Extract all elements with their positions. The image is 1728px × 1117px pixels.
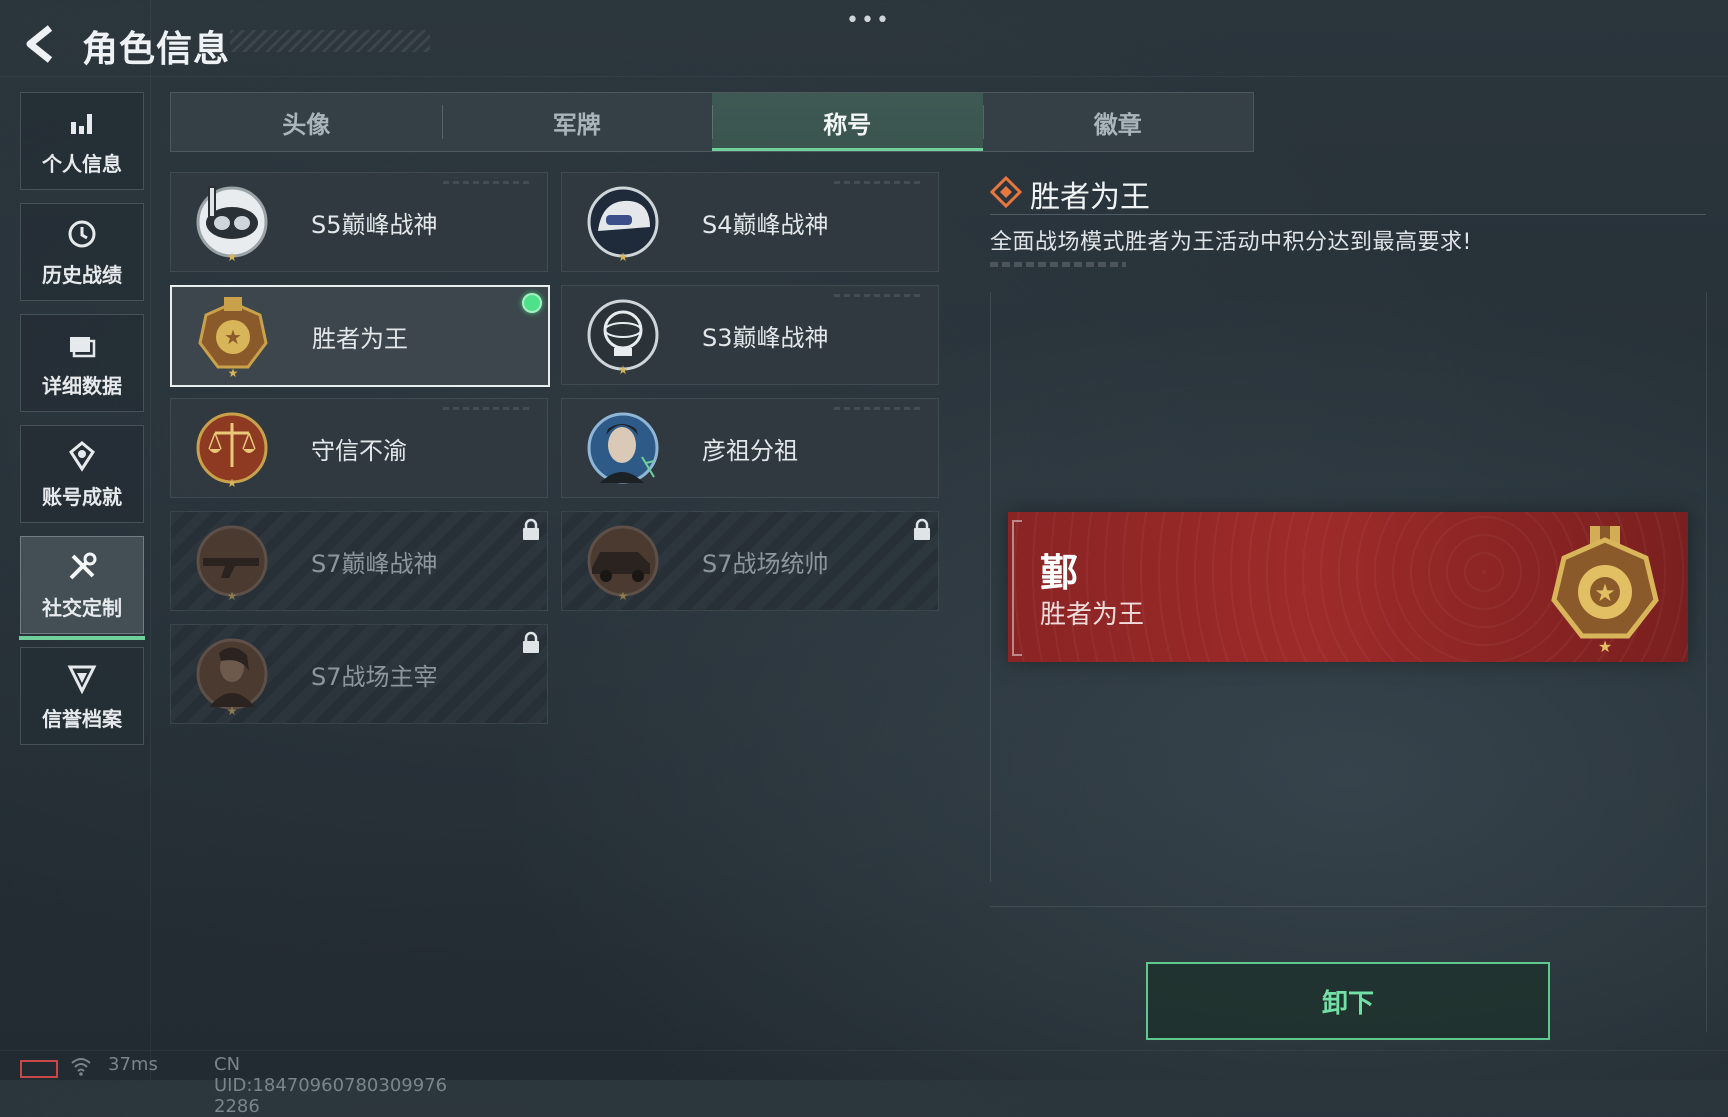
title-card[interactable]: ★ S4巅峰战神 [561, 172, 939, 272]
sidebar-item-credit[interactable]: 信誉档案 [20, 647, 144, 745]
title-card-label: S3巅峰战神 [702, 324, 829, 352]
detail-title: 胜者为王 [1030, 180, 1150, 215]
vehicle-emblem: ★ [587, 525, 659, 603]
card-decoration [834, 294, 924, 297]
title-card-label: S7战场主宰 [311, 663, 438, 691]
title-card[interactable]: ★ S7战场主宰 [170, 624, 548, 724]
svg-text:★: ★ [227, 589, 238, 603]
rifle-emblem: ★ [196, 525, 268, 603]
detail-description: 全面战场模式胜者为王活动中积分达到最高要求! [990, 230, 1472, 255]
lock-icon [523, 631, 539, 653]
title-card-label: S5巅峰战神 [311, 211, 438, 239]
title-card-label: 彦祖分祖 [702, 437, 798, 465]
tab-title[interactable]: 称号 [712, 93, 983, 151]
folder-icon [70, 336, 96, 357]
diving-mask-emblem: ★ [196, 186, 268, 264]
unequip-button[interactable]: 卸下 [1146, 962, 1550, 1040]
achievement-icon [69, 440, 95, 472]
title-card[interactable]: 彦祖分祖 [561, 398, 939, 498]
tab-dogtag[interactable]: 军牌 [441, 93, 713, 151]
nameplate-player-name: 鄞 [1040, 551, 1079, 595]
nameplate-preview: 鄞 胜者为王 ★ ★ [1008, 512, 1688, 662]
bg-grid-line [0, 76, 1728, 77]
title-card-label: S4巅峰战神 [702, 211, 829, 239]
svg-text:★: ★ [1598, 637, 1612, 656]
svg-text:★: ★ [228, 366, 239, 379]
title-card-label: S7战场统帅 [702, 550, 829, 578]
detail-subtext-decoration [990, 262, 1126, 267]
nameplate-bracket [1012, 520, 1022, 656]
sidebar-item-label: 历史战绩 [42, 262, 122, 287]
sidebar: 个人信息 历史战绩 详细数据 账号成就 社交定制 信誉档案 [19, 92, 145, 758]
lock-icon [523, 518, 539, 540]
title-stripe-decoration [230, 30, 430, 52]
ping-value: 37ms [108, 1054, 158, 1075]
sidebar-item-profile[interactable]: 个人信息 [20, 92, 144, 190]
svg-text:★: ★ [224, 325, 242, 349]
lock-icon [914, 518, 930, 540]
gold-medal-emblem: ★ ★ [198, 297, 268, 379]
scales-emblem: ★ [196, 412, 268, 490]
title-card[interactable]: ★ 守信不渝 [170, 398, 548, 498]
gold-medal-emblem: ★ ★ [1551, 526, 1659, 656]
title-card[interactable]: ★ S5巅峰战神 [170, 172, 548, 272]
battery-icon [20, 1060, 58, 1078]
preview-frame-line [1706, 292, 1707, 1032]
sidebar-item-history[interactable]: 历史战绩 [20, 203, 144, 301]
title-card-label: 守信不渝 [311, 437, 407, 465]
history-icon [68, 220, 96, 247]
svg-text:★: ★ [618, 589, 629, 603]
sidebar-item-label: 个人信息 [42, 151, 122, 176]
svg-text:★: ★ [618, 363, 629, 377]
equipped-indicator [522, 293, 542, 313]
svg-text:★: ★ [1594, 579, 1616, 607]
tab-avatar[interactable]: 头像 [171, 93, 442, 151]
warrior-emblem: ★ [196, 638, 268, 717]
sidebar-item-achievements[interactable]: 账号成就 [20, 425, 144, 523]
tab-badge[interactable]: 徽章 [982, 93, 1254, 151]
diamond-icon [990, 176, 1022, 208]
back-arrow-icon[interactable] [20, 24, 60, 64]
sidebar-item-social[interactable]: 社交定制 [19, 536, 145, 640]
card-decoration [834, 407, 924, 410]
preview-frame-line [990, 292, 991, 882]
bg-grid-line [0, 1050, 1728, 1051]
sidebar-item-label: 信誉档案 [42, 706, 122, 731]
card-decoration [834, 181, 924, 184]
sidebar-item-label: 社交定制 [42, 595, 122, 620]
card-decoration [443, 407, 533, 410]
title-card[interactable]: ★ S7战场统帅 [561, 511, 939, 611]
tab-bar: 头像 军牌 称号 徽章 [170, 92, 1254, 152]
nameplate-title: 胜者为王 [1040, 600, 1145, 630]
header: 角色信息 [20, 18, 430, 70]
uid-text: CN UID:18470960780309976​2286 [214, 1054, 448, 1117]
divider [990, 214, 1706, 215]
card-decoration [443, 181, 533, 184]
sidebar-item-label: 详细数据 [42, 373, 122, 398]
title-card-label: S7巅峰战神 [311, 550, 438, 578]
tools-icon [69, 552, 97, 579]
page-title: 角色信息 [82, 29, 231, 70]
svg-text:★: ★ [618, 250, 629, 264]
sidebar-item-details[interactable]: 详细数据 [20, 314, 144, 412]
title-card-label: 胜者为王 [312, 325, 408, 353]
bg-grid-line [150, 0, 151, 1080]
globe-emblem: ★ [587, 299, 659, 377]
svg-text:★: ★ [227, 704, 238, 717]
portrait-emblem [587, 412, 659, 484]
title-card[interactable]: ★ ★ 胜者为王 [170, 285, 550, 387]
bar-chart-icon [71, 113, 92, 134]
credit-icon [67, 665, 97, 694]
preview-frame-line [990, 906, 1706, 907]
sidebar-item-label: 账号成就 [42, 484, 122, 509]
more-options-icon[interactable]: ••• [846, 8, 891, 33]
title-card[interactable]: ★ S3巅峰战神 [561, 285, 939, 385]
helmet-emblem: ★ [587, 186, 659, 264]
title-card[interactable]: ★ S7巅峰战神 [170, 511, 548, 611]
wifi-icon [71, 1058, 91, 1076]
svg-text:★: ★ [227, 250, 238, 264]
svg-text:★: ★ [227, 476, 238, 490]
